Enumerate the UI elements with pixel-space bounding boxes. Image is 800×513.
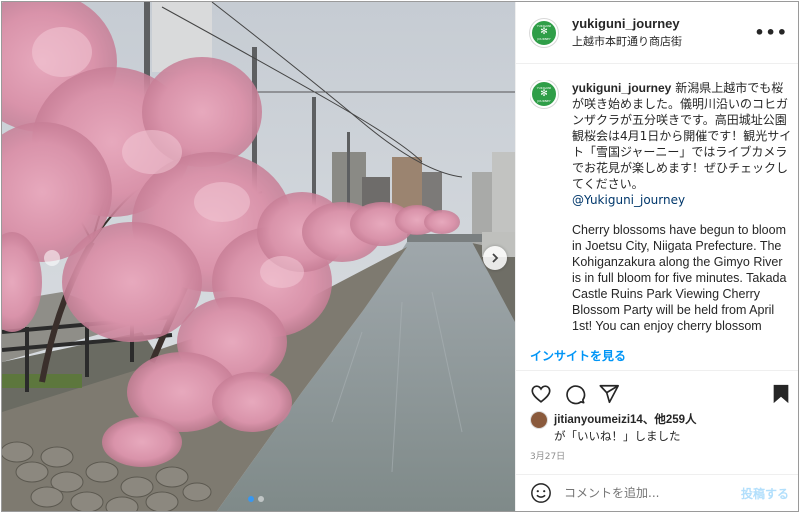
likes-text: jitianyoumeizi14、他259人 が「いいね！」しました: [554, 411, 697, 444]
share-icon[interactable]: [598, 383, 620, 405]
carousel-prev-button[interactable]: [44, 250, 60, 266]
carousel-dots: [248, 496, 264, 502]
post-side-panel: YUKIGUNI ✻ JOURNEY yukiguni_journey 上越市本…: [515, 2, 798, 511]
post-date[interactable]: 3月27日: [530, 449, 565, 462]
post-caption: YUKIGUNI ✻ JOURNEY yukiguni_journey 新潟県上…: [530, 80, 792, 336]
instagram-post-window: YUKIGUNI ✻ JOURNEY yukiguni_journey 上越市本…: [1, 1, 799, 512]
likes-suffix: が「いいね！」しました: [554, 429, 681, 443]
carousel-dot-active: [248, 496, 254, 502]
likes-summary: jitianyoumeizi14、他259人 が「いいね！」しました: [530, 411, 697, 444]
avatar-logo-text-2: JOURNEY: [537, 37, 551, 41]
cherry-blossom-river-photo: [2, 2, 515, 511]
carousel-next-button[interactable]: [483, 246, 507, 270]
caption-avatar[interactable]: YUKIGUNI ✻ JOURNEY: [530, 80, 558, 108]
comment-icon[interactable]: [564, 383, 586, 405]
caption-mention[interactable]: @Yukiguni_journey: [572, 192, 792, 208]
bookmark-icon[interactable]: [770, 383, 792, 405]
header-location[interactable]: 上越市本町通り商店街: [572, 33, 754, 49]
carousel-dot: [258, 496, 264, 502]
avatar-logo-text-2: JOURNEY: [537, 98, 551, 103]
post-photo[interactable]: [2, 2, 515, 511]
header-username[interactable]: yukiguni_journey: [572, 16, 754, 31]
snowflake-icon: ✻: [540, 88, 548, 99]
caption-username[interactable]: yukiguni_journey: [572, 81, 671, 95]
chevron-right-icon: [492, 253, 499, 263]
header-text: yukiguni_journey 上越市本町通り商店街: [572, 16, 754, 49]
likes-count[interactable]: 、他259人: [643, 414, 697, 426]
view-insights-link[interactable]: インサイトを見る: [530, 347, 626, 364]
action-bar: [530, 381, 792, 407]
caption-text-en: Cherry blossoms have begun to bloom in J…: [572, 223, 787, 333]
post-comment-button[interactable]: 投稿する: [741, 485, 789, 502]
liker-username[interactable]: jitianyoumeizi14: [554, 414, 643, 426]
post-header: YUKIGUNI ✻ JOURNEY yukiguni_journey 上越市本…: [516, 2, 798, 64]
more-options-icon[interactable]: •••: [754, 23, 788, 42]
avatar[interactable]: YUKIGUNI ✻ JOURNEY: [530, 18, 558, 47]
heart-icon[interactable]: [530, 383, 552, 405]
comment-bar: 投稿する: [516, 474, 798, 511]
caption-body: yukiguni_journey 新潟県上越市でも桜が咲き始めました。儀明川沿い…: [572, 80, 792, 336]
caption-text-ja: 新潟県上越市でも桜が咲き始めました。儀明川沿いのコヒガンザクラが五分咲きです。高…: [572, 81, 792, 191]
liker-avatar[interactable]: [530, 411, 548, 429]
comment-input[interactable]: [564, 486, 741, 500]
snowflake-icon: ✻: [540, 27, 548, 37]
emoji-icon[interactable]: [530, 482, 552, 504]
post-actions-area: jitianyoumeizi14、他259人 が「いいね！」しました 3月27日: [516, 370, 798, 474]
